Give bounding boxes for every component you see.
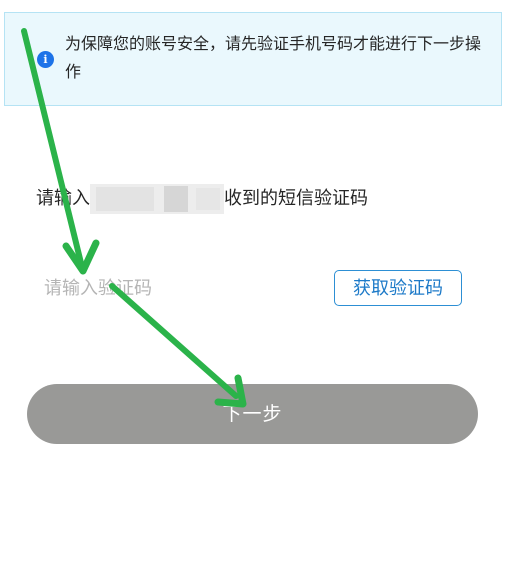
info-icon: i <box>37 51 54 68</box>
sms-code-prompt: 请输入 收到的短信验证码 <box>36 184 368 214</box>
prompt-prefix: 请输入 <box>36 188 90 209</box>
annotation-arrow-head-1 <box>62 239 100 275</box>
get-verification-code-button[interactable]: 获取验证码 <box>334 270 462 306</box>
masked-phone-number <box>90 184 224 214</box>
security-notice-text: 为保障您的账号安全，请先验证手机号码才能进行下一步操作 <box>65 34 482 81</box>
prompt-suffix: 收到的短信验证码 <box>224 188 368 209</box>
verification-code-input[interactable] <box>44 273 294 303</box>
next-step-button[interactable]: 下一步 <box>27 384 478 444</box>
